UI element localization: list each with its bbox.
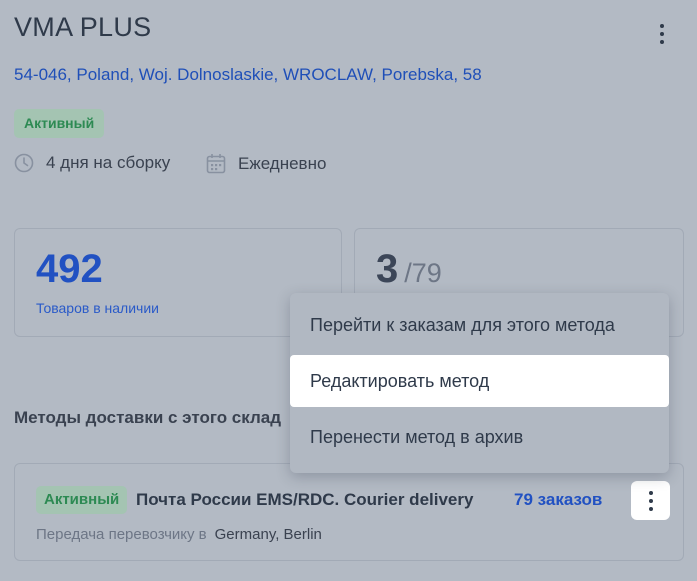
methods-count-value: 3 bbox=[376, 247, 399, 291]
assembly-time-text: 4 дня на сборку bbox=[46, 153, 171, 172]
method-name[interactable]: Почта России EMS/RDC. Courier delivery bbox=[136, 490, 496, 510]
stock-label: Товаров в наличии bbox=[36, 300, 159, 316]
assembly-time: 4 дня на сборку bbox=[14, 153, 170, 173]
status-badge: Активный bbox=[14, 109, 105, 138]
page-title: VMA PLUS bbox=[14, 12, 152, 42]
calendar-icon bbox=[206, 154, 226, 174]
schedule-text: Ежедневно bbox=[238, 153, 327, 173]
more-vertical-icon bbox=[648, 490, 653, 495]
methods-count: 3/79 bbox=[376, 247, 442, 292]
menu-item-go-to-orders[interactable]: Перейти к заказам для этого метода bbox=[290, 299, 669, 351]
menu-item-archive-method[interactable]: Перенести метод в архив bbox=[290, 411, 669, 463]
more-vertical-icon bbox=[660, 24, 664, 28]
transfer-label: Передача перевозчику в bbox=[36, 526, 207, 543]
section-title: Методы доставки с этого склад bbox=[14, 408, 282, 427]
context-menu: Перейти к заказам для этого метода Редак… bbox=[290, 293, 669, 473]
method-more-button[interactable] bbox=[631, 481, 670, 520]
delivery-method-card: Активный Почта России EMS/RDC. Courier d… bbox=[14, 463, 684, 561]
methods-total: /79 bbox=[404, 258, 442, 288]
method-orders-link[interactable]: 79 заказов bbox=[514, 490, 602, 510]
menu-item-edit-method[interactable]: Редактировать метод bbox=[290, 355, 669, 407]
stock-count: 492 bbox=[36, 247, 103, 291]
clock-icon bbox=[14, 153, 34, 173]
warehouse-address-link[interactable]: 54-046, Poland, Woj. Dolnoslaskie, WROCL… bbox=[14, 65, 482, 85]
schedule: Ежедневно bbox=[206, 153, 326, 174]
transfer-info: Передача перевозчику в Germany, Berlin bbox=[36, 526, 322, 543]
more-options-button[interactable] bbox=[651, 22, 673, 46]
transfer-location: Germany, Berlin bbox=[214, 526, 322, 543]
method-status-badge: Активный bbox=[36, 486, 128, 514]
